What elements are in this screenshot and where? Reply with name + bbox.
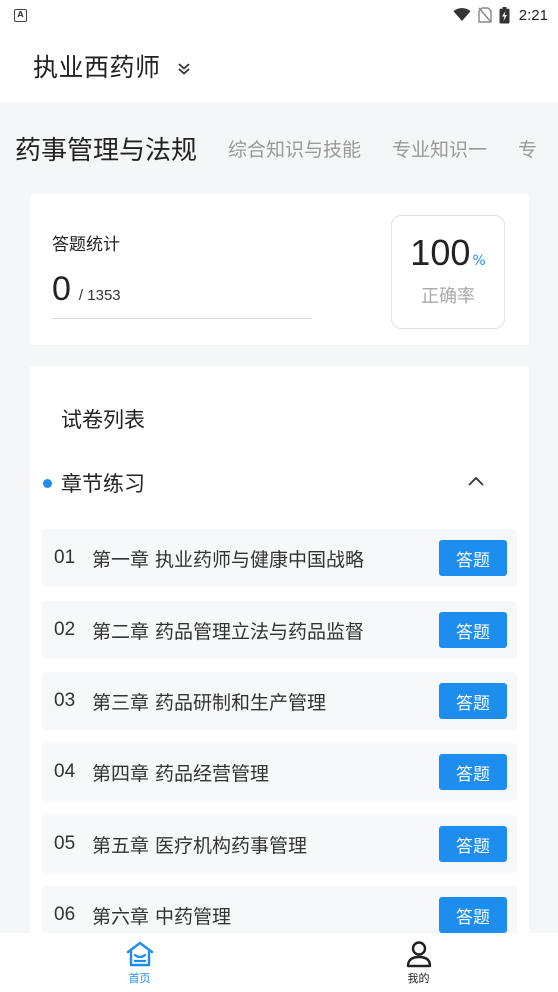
chapter-number: 04 — [54, 761, 76, 782]
chapter-title: 第三章 药品研制和生产管理 — [92, 691, 327, 714]
chapter-title: 第五章 医疗机构药事管理 — [92, 834, 308, 857]
status-time: 2:21 — [518, 6, 548, 24]
tab-comprehensive-knowledge[interactable]: 综合知识与技能 — [228, 135, 361, 162]
list-item[interactable]: 04 第四章 药品经营管理 答题 — [42, 743, 517, 801]
chapter-number: 01 — [54, 547, 76, 568]
battery-icon — [499, 6, 510, 23]
section-dot — [43, 478, 52, 488]
chapter-number: 05 — [54, 833, 76, 854]
total-count: / 1353 — [78, 287, 121, 304]
accuracy-box: 100 % 正确率 — [391, 215, 505, 329]
chapter-number: 02 — [54, 619, 76, 640]
stats-progress-track — [52, 318, 312, 319]
exam-list-title: 试卷列表 — [61, 408, 145, 432]
answer-stats-card: 答题统计 0 / 1353 100 % 正确率 — [30, 194, 529, 345]
list-item[interactable]: 05 第五章 医疗机构药事管理 答题 — [42, 815, 517, 873]
nav-home-label: 首页 — [128, 972, 151, 985]
accuracy-value: 100 — [410, 232, 471, 273]
chapter-number: 06 — [54, 904, 76, 925]
app-notification-icon: A — [14, 8, 27, 22]
app-screen: A 2:21 执业西药师 药事管理与法规 综合知识与技能 专业知识一 专 答题统… — [0, 0, 558, 992]
answer-button[interactable]: 答题 — [439, 897, 507, 933]
chevron-up-icon[interactable] — [467, 474, 485, 488]
subject-tabs: 药事管理与法规 综合知识与技能 专业知识一 专 — [0, 120, 558, 176]
chapter-practice-section[interactable]: 章节练习 — [43, 466, 513, 500]
answer-button[interactable]: 答题 — [439, 540, 507, 576]
list-item[interactable]: 02 第二章 药品管理立法与药品监督 答题 — [42, 601, 517, 659]
user-icon — [406, 941, 431, 968]
nav-mine[interactable]: 我的 — [279, 933, 558, 992]
bottom-nav: 首页 我的 — [0, 933, 558, 992]
answered-count: 0 — [52, 270, 71, 308]
list-item[interactable]: 03 第三章 药品研制和生产管理 答题 — [42, 672, 517, 730]
chapter-title: 第四章 药品经营管理 — [92, 762, 270, 785]
answer-button[interactable]: 答题 — [439, 826, 507, 862]
no-sim-icon — [478, 7, 492, 23]
exam-type-title[interactable]: 执业西药师 — [33, 48, 161, 84]
wifi-icon — [453, 8, 471, 21]
nav-home[interactable]: 首页 — [0, 933, 279, 992]
tab-pharmacy-law[interactable]: 药事管理与法规 — [15, 130, 197, 167]
chapter-title: 第六章 中药管理 — [92, 905, 232, 928]
chapter-title: 第一章 执业药师与健康中国战略 — [92, 548, 365, 571]
status-bar: A 2:21 — [0, 0, 558, 30]
stats-count-row: 0 / 1353 — [52, 270, 121, 309]
answer-button[interactable]: 答题 — [439, 612, 507, 648]
home-icon — [126, 941, 153, 967]
nav-mine-label: 我的 — [407, 972, 430, 985]
chapter-title: 第二章 药品管理立法与药品监督 — [92, 620, 365, 643]
chapter-number: 03 — [54, 690, 76, 711]
exam-list-card: 试卷列表 章节练习 01 第一章 执业药师与健康中国战略 答题 02 第二章 药… — [30, 366, 529, 946]
tab-professional-knowledge-1[interactable]: 专业知识一 — [392, 135, 487, 162]
answer-button[interactable]: 答题 — [439, 754, 507, 790]
answer-button[interactable]: 答题 — [439, 683, 507, 719]
section-label: 章节练习 — [61, 472, 145, 496]
chevron-down-icon[interactable] — [177, 62, 191, 76]
app-header: 执业西药师 — [0, 30, 558, 102]
accuracy-label: 正确率 — [421, 286, 475, 307]
stats-label: 答题统计 — [52, 235, 120, 255]
list-item[interactable]: 01 第一章 执业药师与健康中国战略 答题 — [42, 529, 517, 587]
tab-professional-knowledge-2[interactable]: 专 — [518, 135, 537, 162]
accuracy-unit: % — [472, 253, 486, 269]
